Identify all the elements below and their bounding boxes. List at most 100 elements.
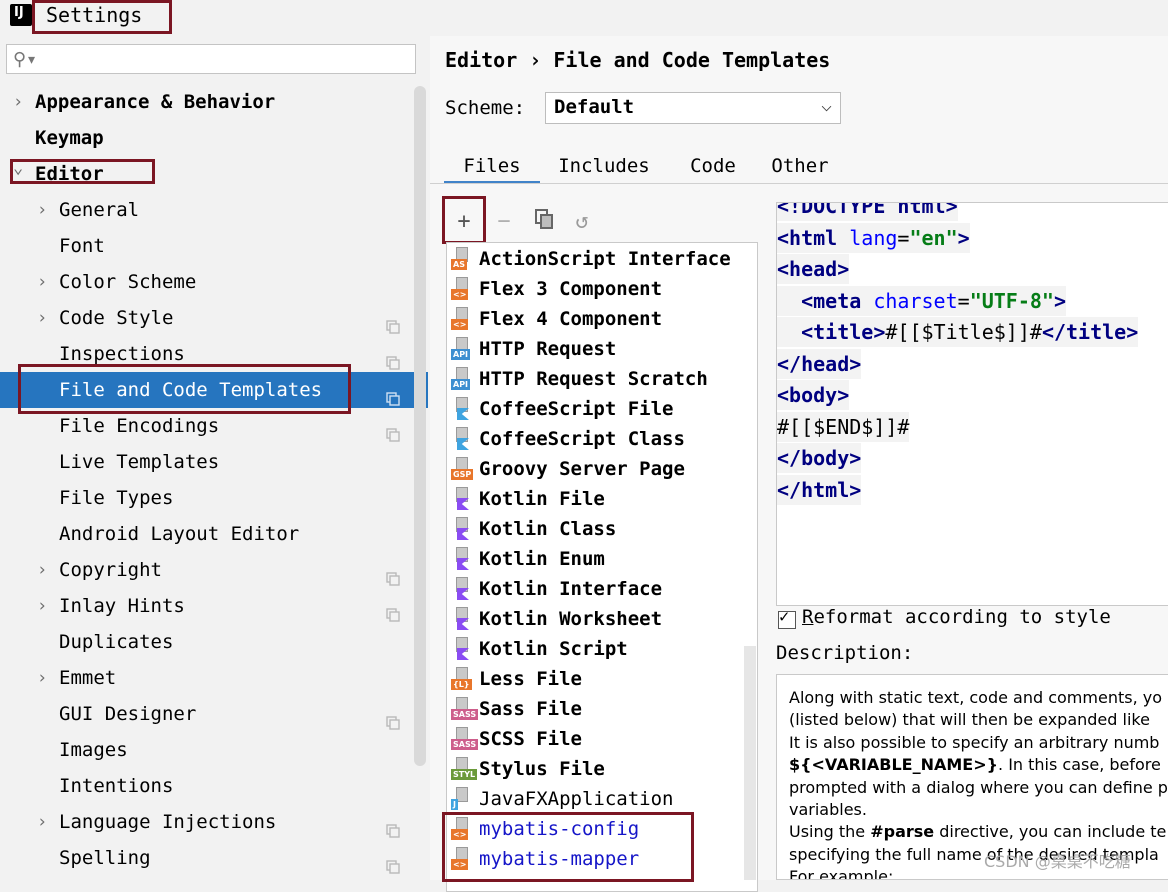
reset-template-button[interactable]: ↺ bbox=[568, 208, 596, 236]
sidebar-item-label: Android Layout Editor bbox=[59, 523, 300, 545]
template-list-item[interactable]: STYL Stylus File bbox=[447, 754, 757, 784]
search-input[interactable]: ⚲▾ bbox=[6, 44, 416, 74]
sidebar-item[interactable]: Duplicates bbox=[0, 624, 428, 660]
sidebar-item[interactable]: › General bbox=[0, 192, 428, 228]
sidebar-item-label: Intentions bbox=[59, 775, 174, 797]
code-token: <body> bbox=[777, 383, 850, 407]
sidebar-item[interactable]: File Encodings bbox=[0, 408, 428, 444]
sidebar-item[interactable]: › Copyright bbox=[0, 552, 428, 588]
template-list-item[interactable]: GSP Groovy Server Page bbox=[447, 454, 757, 484]
sidebar-item[interactable]: Spelling bbox=[0, 840, 428, 876]
template-list-item[interactable]: Kotlin Enum bbox=[447, 544, 757, 574]
sidebar-item[interactable]: › Inlay Hints bbox=[0, 588, 428, 624]
sidebar-item[interactable]: › Appearance & Behavior bbox=[0, 84, 428, 120]
sidebar-item-label: GUI Designer bbox=[59, 703, 197, 725]
template-list[interactable]: AS ActionScript Interface <> Flex 3 Compone… bbox=[446, 242, 758, 892]
copy-template-button[interactable] bbox=[530, 208, 558, 236]
sidebar-item[interactable]: › Language Injections bbox=[0, 804, 428, 840]
template-list-item[interactable]: Kotlin Script bbox=[447, 634, 757, 664]
template-list-item[interactable]: <> Flex 4 Component bbox=[447, 304, 757, 334]
code-line: <head> bbox=[777, 254, 850, 284]
description-text: variables. bbox=[789, 800, 867, 819]
sidebar-item[interactable]: Android Layout Editor bbox=[0, 516, 428, 552]
template-list-item[interactable]: <> Flex 3 Component bbox=[447, 274, 757, 304]
sidebar-item[interactable]: Inspections bbox=[0, 336, 428, 372]
sidebar-item[interactable]: Live Templates bbox=[0, 444, 428, 480]
code-token: charset bbox=[873, 288, 958, 313]
sidebar-item[interactable]: File Types bbox=[0, 480, 428, 516]
template-editor[interactable]: <!DOCTYPE html> <html lang="en"> <head> <m… bbox=[776, 202, 1168, 606]
tab-files[interactable]: Files bbox=[444, 152, 540, 184]
template-list-item[interactable]: AS ActionScript Interface bbox=[447, 244, 757, 274]
template-name: Flex 4 Component bbox=[479, 308, 663, 330]
description-line: Using the #parse directive, you can incl… bbox=[789, 821, 1166, 843]
file-template-icon: <> bbox=[451, 277, 473, 301]
sidebar-scrollbar[interactable] bbox=[414, 86, 426, 766]
chevron-right-icon[interactable]: › bbox=[37, 552, 47, 588]
breadcrumb: Editor › File and Code Templates bbox=[445, 48, 830, 72]
template-name: CoffeeScript File bbox=[479, 398, 674, 420]
reformat-label: Reformat according to style bbox=[802, 606, 1111, 628]
sidebar-item[interactable]: Intentions bbox=[0, 768, 428, 804]
chevron-right-icon[interactable]: › bbox=[37, 300, 47, 336]
sidebar-item[interactable]: Images bbox=[0, 732, 428, 768]
tab-code[interactable]: Code bbox=[674, 152, 752, 184]
template-list-item[interactable]: CoffeeScript Class bbox=[447, 424, 757, 454]
chevron-right-icon[interactable]: › bbox=[37, 588, 47, 624]
window-title: Settings bbox=[46, 3, 143, 27]
template-list-item[interactable]: SASS SCSS File bbox=[447, 724, 757, 754]
template-list-item[interactable]: Kotlin Worksheet bbox=[447, 604, 757, 634]
chevron-right-icon[interactable]: › bbox=[13, 84, 23, 120]
template-list-item[interactable]: CoffeeScript File bbox=[447, 394, 757, 424]
tab-includes[interactable]: Includes bbox=[542, 152, 666, 184]
template-list-item[interactable]: API HTTP Request Scratch bbox=[447, 364, 757, 394]
sidebar-item[interactable]: Keymap bbox=[0, 120, 428, 156]
sidebar-item[interactable]: Font bbox=[0, 228, 428, 264]
tab-other[interactable]: Other bbox=[756, 152, 844, 184]
template-list-item[interactable]: SASS Sass File bbox=[447, 694, 757, 724]
template-list-item[interactable]: Kotlin File bbox=[447, 484, 757, 514]
code-line: <meta charset="UTF-8"> bbox=[777, 285, 1067, 316]
template-list-item[interactable]: J JavaFXApplication bbox=[447, 784, 757, 814]
file-template-icon: API bbox=[451, 337, 473, 361]
file-template-icon bbox=[451, 577, 473, 601]
breadcrumb-parent[interactable]: Editor bbox=[445, 48, 517, 72]
description-line: variables. bbox=[789, 799, 867, 821]
code-token: "UTF-8" bbox=[969, 288, 1054, 313]
remove-template-button[interactable]: − bbox=[490, 208, 518, 236]
sidebar-item-label: General bbox=[59, 199, 140, 221]
sidebar-item[interactable]: › Code Style bbox=[0, 300, 428, 336]
code-line: #[[$END$]]# bbox=[777, 411, 910, 442]
description-text: . In this case, before bbox=[998, 755, 1161, 775]
file-template-icon: AS bbox=[451, 247, 473, 271]
description-text: It is also possible to specify an arbitr… bbox=[789, 732, 1160, 752]
chevron-right-icon[interactable]: › bbox=[37, 804, 47, 840]
sidebar-item[interactable]: › Emmet bbox=[0, 660, 428, 696]
chevron-down-icon: ⌵ bbox=[821, 95, 832, 116]
sidebar-item[interactable]: ⌄ Editor bbox=[0, 156, 428, 192]
sidebar-item[interactable]: File and Code Templates bbox=[0, 372, 428, 408]
add-template-button[interactable]: + bbox=[450, 208, 478, 236]
template-list-item[interactable]: Kotlin Class bbox=[447, 514, 757, 544]
template-name: Kotlin Class bbox=[479, 518, 617, 540]
description-text: ${<VARIABLE_NAME>} bbox=[789, 755, 999, 775]
template-list-item[interactable]: <> mybatis-mapper bbox=[447, 844, 757, 874]
template-list-item[interactable]: {L} Less File bbox=[447, 664, 757, 694]
sidebar-item[interactable]: GUI Designer bbox=[0, 696, 428, 732]
chevron-right-icon[interactable]: › bbox=[37, 192, 47, 228]
template-list-item[interactable]: API HTTP Request bbox=[447, 334, 757, 364]
chevron-right-icon[interactable]: › bbox=[37, 660, 47, 696]
template-list-item[interactable]: <> mybatis-config bbox=[447, 814, 757, 844]
template-list-scrollbar[interactable] bbox=[744, 646, 756, 880]
scheme-dropdown[interactable]: Default ⌵ bbox=[545, 92, 841, 124]
file-template-icon: GSP bbox=[451, 457, 474, 481]
code-line: <body> bbox=[777, 380, 850, 410]
file-template-icon: <> bbox=[451, 817, 473, 841]
chevron-right-icon[interactable]: › bbox=[37, 264, 47, 300]
code-line: <!DOCTYPE html> bbox=[777, 203, 958, 221]
project-settings-icon bbox=[386, 598, 400, 622]
sidebar-item[interactable]: › Color Scheme bbox=[0, 264, 428, 300]
template-list-item[interactable]: Kotlin Interface bbox=[447, 574, 757, 604]
chevron-down-icon[interactable]: ⌄ bbox=[13, 150, 23, 186]
file-template-icon bbox=[451, 517, 473, 541]
